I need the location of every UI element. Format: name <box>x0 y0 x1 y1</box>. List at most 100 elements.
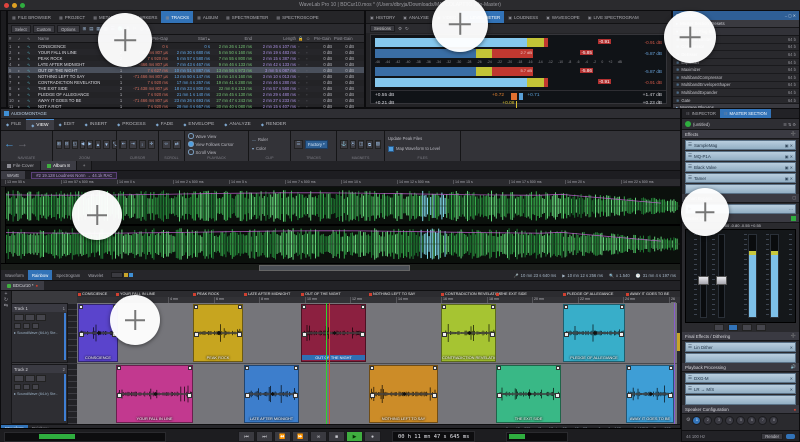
bypass-switch[interactable] <box>786 434 795 439</box>
user-icon[interactable]: ▫ <box>305 80 313 85</box>
update-peak-files-button[interactable]: Update Peak Files <box>388 136 422 143</box>
routing-icon[interactable] <box>14 323 21 329</box>
bypass-toggle-icon[interactable]: ◻ <box>792 195 796 201</box>
clip-handle-topleft[interactable] <box>564 305 568 309</box>
render-button[interactable]: Render <box>761 433 783 440</box>
fader-handle[interactable] <box>698 276 709 285</box>
clip-peak-rock[interactable]: PEAK ROCK <box>193 304 243 362</box>
loop-button[interactable]: ∞ <box>310 431 327 442</box>
fx-icon[interactable] <box>32 384 39 390</box>
ribbon-tab-file[interactable]: ◆FILE <box>1 119 26 130</box>
forward-button[interactable]: ⏩ <box>292 431 309 442</box>
map-waveform-checkbox[interactable]: Map Waveform to Level <box>388 145 440 152</box>
wave-scrollbar[interactable] <box>1 263 680 270</box>
speaker-config-header[interactable]: Speaker Configuration ⏹ <box>682 405 799 414</box>
factory-dropdown[interactable]: Factory▾ <box>305 140 328 149</box>
meter-link-button[interactable] <box>728 324 738 331</box>
clip-handle-left[interactable] <box>194 332 199 337</box>
final-effects-header[interactable]: Final Effects / Dithering ➕ <box>682 332 799 341</box>
stop-button[interactable]: ■ <box>328 431 345 442</box>
speaker-button-7[interactable]: 7 <box>758 416 767 425</box>
speaker-icon[interactable]: ▸ <box>17 50 26 55</box>
wave-view-tab-spectrogram[interactable]: Spectrogram <box>52 270 84 280</box>
speaker-icon[interactable]: ▸ <box>17 44 26 49</box>
table-row[interactable]: 7▸∿CONTRADICTION REVELATION17 s 920 ms17… <box>8 80 364 86</box>
ribbon-tab-render[interactable]: ◆RENDER <box>256 119 291 130</box>
dither-slot[interactable]: ☰Lin Dither✕ <box>685 342 796 352</box>
ribbon-tab-insert[interactable]: ◆INSERT <box>80 119 113 130</box>
clip-handle-right[interactable] <box>360 332 365 337</box>
table-row[interactable]: 1▸∿CONSCIENCE10 s0 s2 mn 26 s 120 ms2 mn… <box>8 43 364 49</box>
select-button[interactable]: Select <box>11 25 31 33</box>
playback-slot[interactable]: ☰LR → M/S✕ <box>685 384 796 394</box>
plugin-item[interactable]: ≋Gate64 b <box>673 97 799 105</box>
clip-handle-left[interactable] <box>245 393 250 398</box>
plugin-item[interactable]: ≋MultibandExpander64 b <box>673 89 799 97</box>
zoom-tool-icon-1[interactable]: ⊟ <box>64 140 70 149</box>
speaker-icon[interactable]: ▸ <box>17 92 26 97</box>
playback-slot[interactable]: ☰DXG-M✕ <box>685 373 796 383</box>
speaker-button-4[interactable]: 4 <box>725 416 734 425</box>
tab-live-spectrogram[interactable]: ▣LIVE SPECTROGRAM <box>584 11 643 23</box>
tab-spectrometer[interactable]: ▦SPECTROMETER <box>222 11 272 23</box>
clip-handle-topright[interactable] <box>433 366 437 370</box>
clip-handle-topleft[interactable] <box>302 305 306 309</box>
clip-handle-topright[interactable] <box>361 305 365 309</box>
speaker-button-1[interactable]: 1 <box>692 416 701 425</box>
speaker-button-6[interactable]: 6 <box>747 416 756 425</box>
magnet-tool-icon-0[interactable]: ⚓ <box>340 140 348 149</box>
track-plugin-label[interactable]: ▸ SoundWave (64-b) Ste.. <box>12 329 67 336</box>
rewind-button[interactable]: ⏪ <box>274 431 291 442</box>
table-row[interactable]: 8▸∿THE EXIT SIDE2-71 438 ms 807 µs18 mn … <box>8 86 364 92</box>
magnet-tool-icon-3[interactable]: ⧉ <box>366 140 372 149</box>
clip-handle-right[interactable] <box>490 332 495 337</box>
slot-options-icon[interactable]: ▣ ✕ <box>785 154 793 159</box>
wave-zoom-controls[interactable] <box>111 272 133 278</box>
slot-options-icon[interactable]: ▣ ✕ <box>785 143 793 148</box>
clip-handle-topright[interactable] <box>294 366 298 370</box>
clip-handle-topleft[interactable] <box>497 366 501 370</box>
table-row[interactable]: 9▸∿PLEDGE OF ALLEGIANCE17 s 920 ms21 mn … <box>8 92 364 98</box>
effect-slot[interactable]: ☰MQ-P1A▣ ✕ <box>685 151 796 161</box>
new-tab-button[interactable]: + <box>77 161 93 170</box>
user-icon[interactable]: ▫ <box>305 74 313 79</box>
track-tool-icon[interactable]: ☰ <box>294 140 303 149</box>
speaker-button-2[interactable]: 2 <box>703 416 712 425</box>
clip-handle-topright[interactable] <box>556 366 560 370</box>
album-tool-icon-0[interactable]: ⊞ <box>83 26 87 32</box>
clip-handle-left[interactable] <box>117 393 122 398</box>
montage-lanes[interactable]: CONSCIENCEPEAK ROCKOUT OF THE NIGHTCONTR… <box>77 303 680 424</box>
plugin-item[interactable]: ≋Maximizer64 b <box>673 66 799 74</box>
forward-arrow-icon[interactable]: → <box>17 139 28 150</box>
slot-options-icon[interactable]: ✕ <box>790 345 793 350</box>
clip-pledge-of-allegiance[interactable]: PLEDGE OF ALLEGIANCE <box>563 304 625 362</box>
clip-handle-right[interactable] <box>432 393 437 398</box>
go-start-button[interactable]: ⏮ <box>238 431 255 442</box>
tab-analyse[interactable]: ▣ANALYSE <box>399 11 433 23</box>
montage-vscroll-thumb[interactable] <box>677 333 680 351</box>
zoom-tool-icon-3[interactable]: ◀ <box>80 140 85 149</box>
speaker-icon[interactable]: ▸ <box>17 98 26 103</box>
montage-vscrollbar[interactable] <box>677 303 680 424</box>
clip-handle-left[interactable] <box>627 393 632 398</box>
clip-handle-topleft[interactable] <box>79 305 83 309</box>
clip-handle-right[interactable] <box>555 393 560 398</box>
master-preset-name[interactable]: (untitled) <box>693 122 710 127</box>
clip-handle-left[interactable] <box>79 332 84 337</box>
playback-slot-empty[interactable] <box>685 395 796 405</box>
gain-icon[interactable] <box>23 323 30 329</box>
back-arrow-icon[interactable]: ← <box>4 139 15 150</box>
clip-your-fall-in-line[interactable]: YOUR FALL IN LINE <box>116 365 193 423</box>
mute-button[interactable] <box>756 324 766 331</box>
clip-late-after-midnight[interactable]: LATE AFTER MIDNIGHT <box>244 365 299 423</box>
ribbon-tab-process[interactable]: ◆PROCESS <box>112 119 151 130</box>
clip-handle-right[interactable] <box>619 332 624 337</box>
speaker-off-icon[interactable]: ⏹ <box>794 407 796 412</box>
effect-slot[interactable]: ☰Tamer▣ ✕ <box>685 173 796 183</box>
cursor-tool-icon-2[interactable]: ↕ <box>139 140 146 149</box>
routing-icon[interactable] <box>14 384 21 390</box>
slot-options-icon[interactable]: ▣ ✕ <box>785 176 793 181</box>
magnet-tool-icon-2[interactable]: ◫ <box>358 140 364 149</box>
speaker-button-8[interactable]: 8 <box>769 416 778 425</box>
clip-handle-topleft[interactable] <box>194 305 198 309</box>
